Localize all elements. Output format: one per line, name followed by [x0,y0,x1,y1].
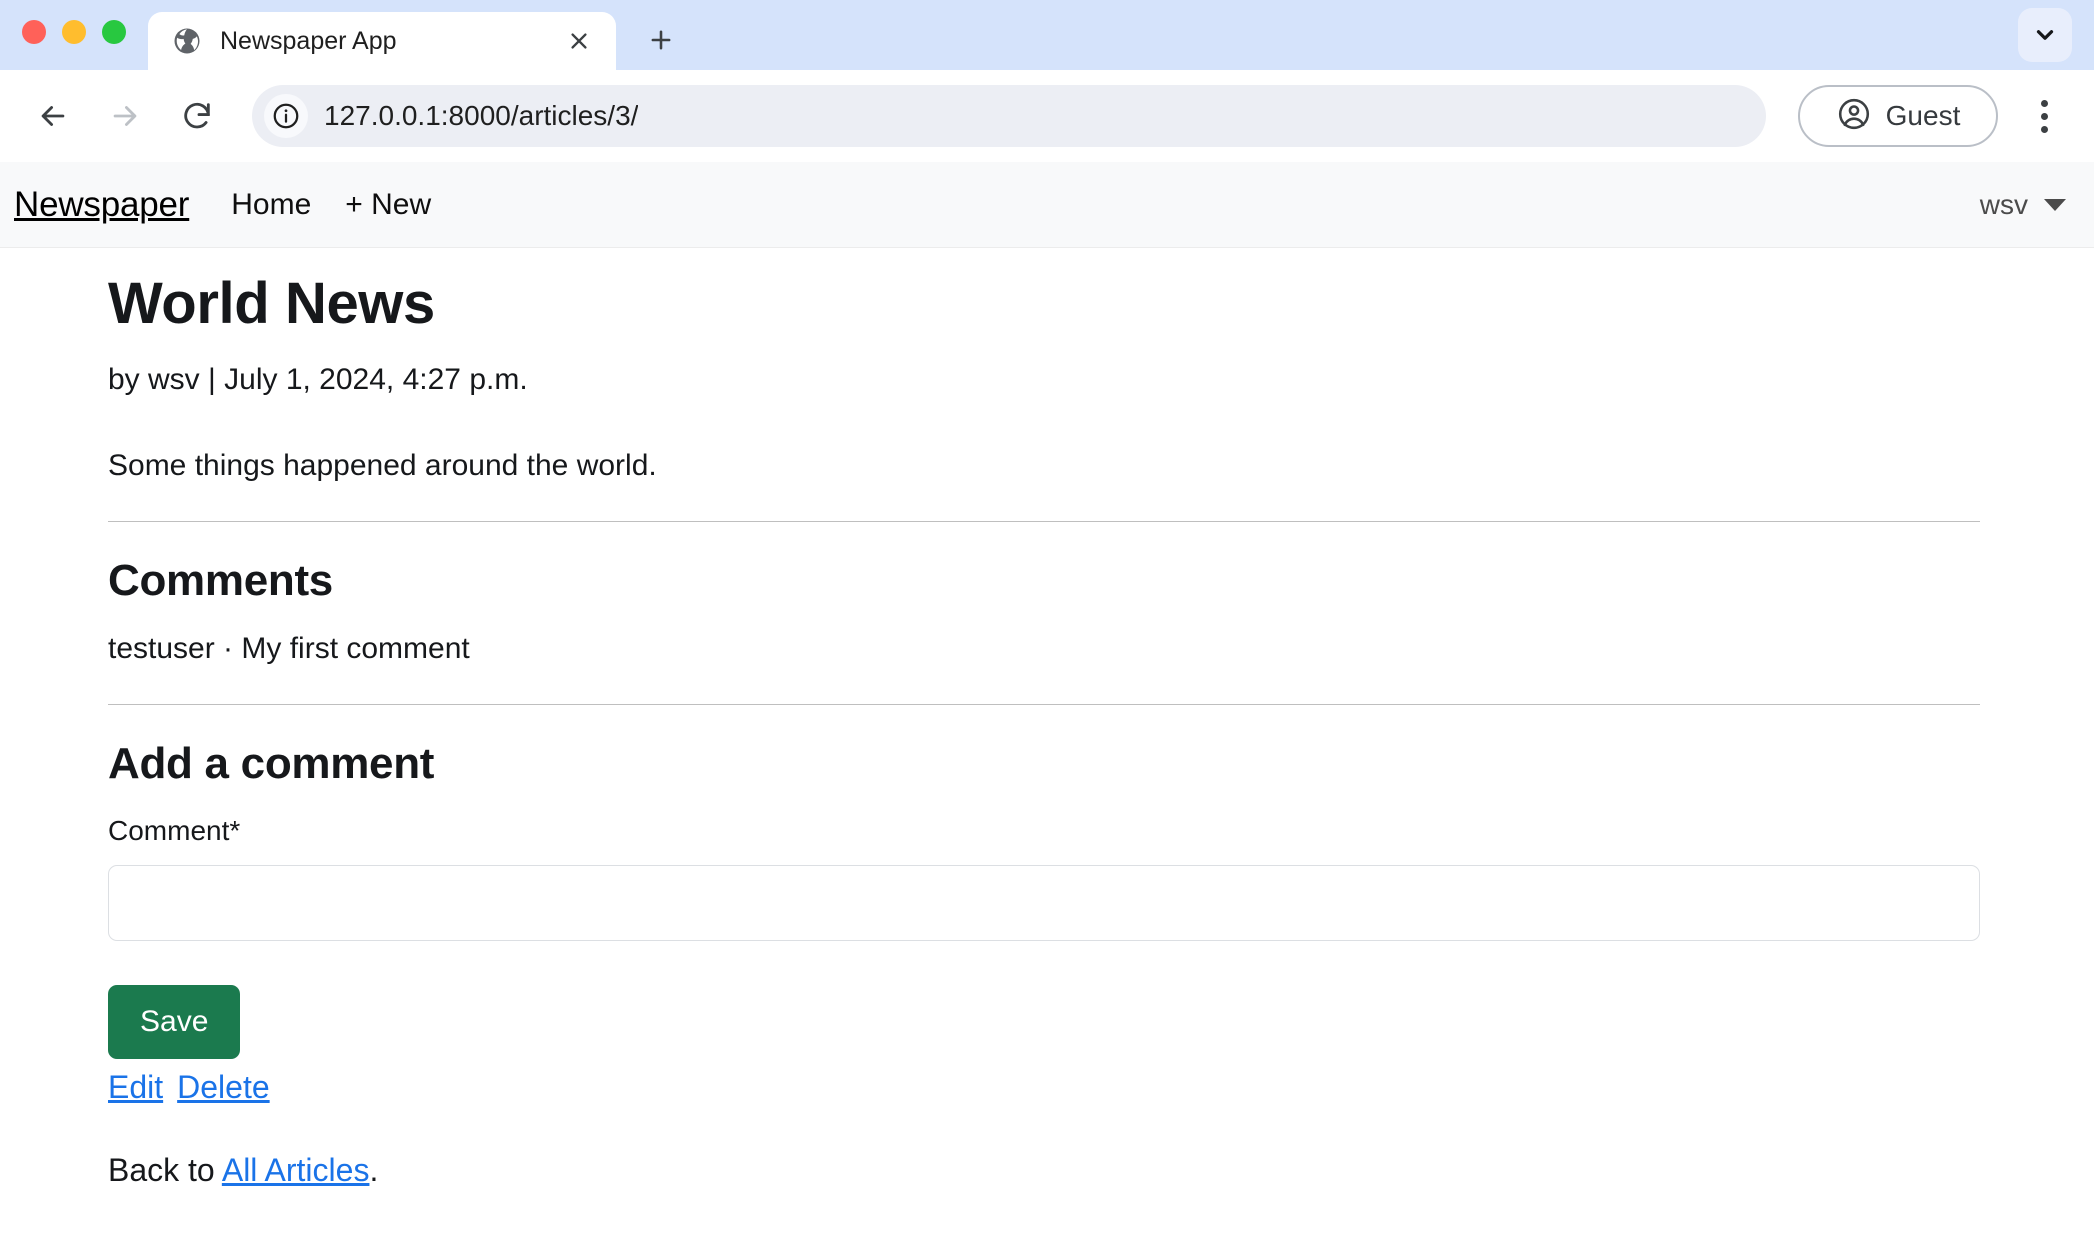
reload-icon[interactable] [166,85,228,147]
all-articles-link[interactable]: All Articles [222,1152,370,1188]
nav-link-new[interactable]: + New [345,188,431,222]
divider [108,704,1980,705]
tab-strip: Newspaper App [0,0,2094,70]
navbar-user-menu[interactable]: wsv [1980,189,2076,221]
chevron-down-icon[interactable] [2018,8,2072,62]
article-body: Some things happened around the world. [108,449,657,482]
minimize-window-button[interactable] [62,20,86,44]
divider [108,521,1980,522]
back-prefix: Back to [108,1152,222,1188]
forward-arrow-icon [94,85,156,147]
nav-link-home[interactable]: Home [231,188,311,222]
new-tab-button[interactable] [634,13,688,67]
navbar-username: wsv [1979,188,2028,220]
page-title: World News [108,271,435,336]
save-button[interactable]: Save [108,985,241,1059]
account-circle-icon [1836,96,1872,137]
comment-input[interactable] [108,865,1980,941]
article-actions: Edit Delete [108,1069,1980,1106]
comment-item: testuser · My first comment [108,632,470,665]
article-content: World News by wsv | July 1, 2024, 4:27 p… [0,248,1980,1189]
navbar-brand[interactable]: Newspaper [14,185,189,225]
browser-window: Newspaper App 127.0.0.1:8000/articles/3/… [0,0,2094,1246]
three-dot-menu-icon[interactable] [2016,88,2072,144]
site-navbar: Newspaper Home + New wsv [0,162,2094,248]
url-text[interactable]: 127.0.0.1:8000/articles/3/ [324,100,638,132]
menu-dot [2040,112,2048,120]
back-suffix: . [369,1152,379,1188]
browser-tab[interactable]: Newspaper App [148,12,616,70]
window-controls [22,20,148,70]
page-viewport: Newspaper Home + New wsv World News by w… [0,162,2094,1246]
back-arrow-icon[interactable] [22,85,84,147]
comment-field-label: Comment* [108,815,241,846]
comments-heading: Comments [108,556,333,605]
navbar-links: Home + New [231,188,431,222]
back-to-all-articles: Back to All Articles. [108,1152,1980,1189]
article-byline: by wsv | July 1, 2024, 4:27 p.m. [108,363,528,396]
address-bar[interactable]: 127.0.0.1:8000/articles/3/ [252,85,1766,147]
close-tab-button[interactable] [562,24,596,58]
menu-dot [2040,125,2048,133]
menu-dot [2040,99,2048,107]
profile-label: Guest [1885,100,1961,131]
browser-toolbar: 127.0.0.1:8000/articles/3/ Guest [0,70,2094,162]
edit-link[interactable]: Edit [108,1069,163,1105]
info-circle-icon[interactable] [264,94,308,138]
profile-button[interactable]: Guest [1798,85,1998,147]
maximize-window-button[interactable] [102,20,126,44]
globe-icon [172,26,202,56]
add-comment-heading: Add a comment [108,739,435,788]
caret-down-icon [2044,198,2066,211]
tab-title: Newspaper App [220,26,397,55]
delete-link[interactable]: Delete [177,1069,270,1105]
close-window-button[interactable] [22,20,46,44]
